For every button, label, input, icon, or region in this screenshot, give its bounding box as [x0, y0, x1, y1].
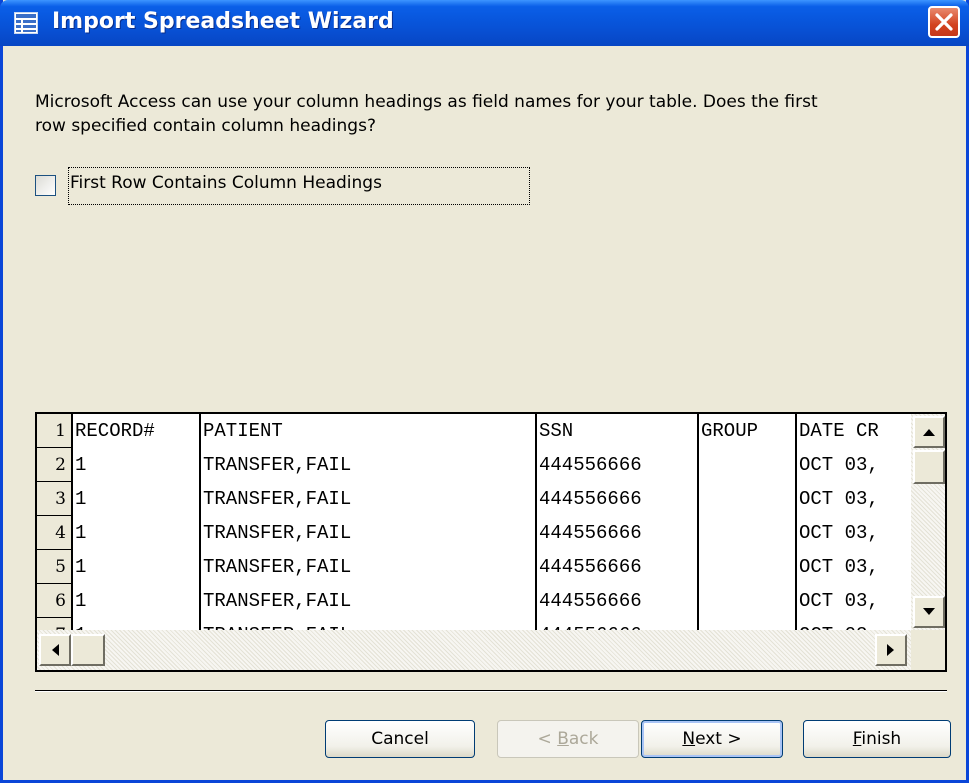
- scroll-left-button[interactable]: [39, 634, 71, 666]
- data-preview-grid: 1 RECORD# PATIENT SSN GROUP DATE CR 2 1 TRANSFER…: [35, 412, 947, 672]
- vertical-scroll-thumb[interactable]: [913, 450, 945, 484]
- table-cell[interactable]: [699, 618, 797, 630]
- instruction-line-2: row specified contain column headings?: [35, 116, 376, 136]
- table-cell[interactable]: 444556666: [537, 482, 699, 516]
- table-cell[interactable]: 1: [73, 618, 201, 630]
- table-row: 1 RECORD# PATIENT SSN GROUP DATE CR: [37, 414, 911, 448]
- next-label-rest: ext >: [695, 729, 742, 749]
- table-row: 5 1 TRANSFER,FAIL 444556666 OCT 03,: [37, 550, 911, 584]
- arrow-left-icon: [52, 644, 59, 656]
- table-cell[interactable]: RECORD#: [73, 414, 201, 448]
- arrow-up-icon: [923, 429, 935, 436]
- finish-label-rest: inish: [861, 729, 902, 749]
- first-row-headings-label[interactable]: First Row Contains Column Headings: [70, 173, 382, 193]
- arrow-down-icon: [923, 608, 935, 615]
- scrollbar-corner: [911, 630, 945, 670]
- grid-content: 1 RECORD# PATIENT SSN GROUP DATE CR 2 1 TRANSFER…: [37, 414, 911, 630]
- table-row: 3 1 TRANSFER,FAIL 444556666 OCT 03,: [37, 482, 911, 516]
- scroll-right-button[interactable]: [875, 634, 907, 666]
- window-title: Import Spreadsheet Wizard: [52, 9, 394, 34]
- table-cell[interactable]: 444556666: [537, 584, 699, 618]
- table-cell[interactable]: 1: [73, 584, 201, 618]
- row-number[interactable]: 4: [37, 516, 73, 550]
- import-spreadsheet-wizard-window: Import Spreadsheet Wizard Microsoft Acce…: [0, 0, 969, 783]
- table-cell[interactable]: TRANSFER,FAIL: [201, 618, 537, 630]
- table-row: 6 1 TRANSFER,FAIL 444556666 OCT 03,: [37, 584, 911, 618]
- table-cell[interactable]: 444556666: [537, 550, 699, 584]
- row-number[interactable]: 5: [37, 550, 73, 584]
- table-row: 4 1 TRANSFER,FAIL 444556666 OCT 03,: [37, 516, 911, 550]
- next-access-key: N: [682, 729, 696, 749]
- table-cell[interactable]: OCT 03,: [797, 550, 911, 584]
- cancel-button[interactable]: Cancel: [325, 720, 475, 758]
- table-cell[interactable]: OCT 03,: [797, 516, 911, 550]
- table-row: 2 1 TRANSFER,FAIL 444556666 OCT 03,: [37, 448, 911, 482]
- instruction-text: Microsoft Access can use your column hea…: [35, 90, 925, 138]
- scroll-up-button[interactable]: [913, 416, 945, 448]
- back-prefix: <: [537, 729, 558, 749]
- table-row: 71TRANSFER,FAIL444556666 OCT 03,: [37, 618, 911, 630]
- table-cell[interactable]: 444556666: [537, 516, 699, 550]
- next-button[interactable]: Next >: [641, 720, 783, 758]
- table-cell[interactable]: TRANSFER,FAIL: [201, 584, 537, 618]
- back-button[interactable]: < Back: [497, 720, 639, 758]
- close-icon: [935, 13, 953, 31]
- column-divider[interactable]: [697, 414, 699, 630]
- table-cell[interactable]: [699, 482, 797, 516]
- separator: [35, 690, 947, 692]
- table-cell[interactable]: TRANSFER,FAIL: [201, 482, 537, 516]
- table-cell[interactable]: DATE CR: [797, 414, 911, 448]
- column-divider[interactable]: [795, 414, 797, 630]
- back-access-key: B: [557, 729, 569, 749]
- table-cell[interactable]: [699, 550, 797, 584]
- table-cell[interactable]: PATIENT: [201, 414, 537, 448]
- close-button[interactable]: [928, 6, 960, 38]
- back-label-rest: ack: [568, 729, 599, 749]
- table-cell[interactable]: GROUP: [699, 414, 797, 448]
- table-cell[interactable]: TRANSFER,FAIL: [201, 448, 537, 482]
- table-cell[interactable]: OCT 03,: [797, 482, 911, 516]
- table-cell[interactable]: TRANSFER,FAIL: [201, 516, 537, 550]
- horizontal-scrollbar[interactable]: [37, 630, 911, 670]
- column-divider[interactable]: [535, 414, 537, 630]
- table-cell[interactable]: TRANSFER,FAIL: [201, 550, 537, 584]
- table-cell[interactable]: 1: [73, 550, 201, 584]
- table-cell[interactable]: [699, 448, 797, 482]
- row-number[interactable]: 6: [37, 584, 73, 618]
- table-cell[interactable]: 1: [73, 448, 201, 482]
- row-number[interactable]: 2: [37, 448, 73, 482]
- vertical-scrollbar[interactable]: [911, 414, 945, 630]
- table-cell[interactable]: [699, 516, 797, 550]
- table-cell[interactable]: OCT 03,: [797, 448, 911, 482]
- table-cell[interactable]: OCT 03,: [797, 618, 911, 630]
- scroll-down-button[interactable]: [913, 596, 945, 628]
- instruction-line-1: Microsoft Access can use your column hea…: [35, 92, 818, 112]
- row-number[interactable]: 1: [37, 414, 73, 448]
- row-number[interactable]: 7: [37, 618, 73, 630]
- table-cell[interactable]: 444556666: [537, 618, 699, 630]
- arrow-right-icon: [887, 644, 894, 656]
- table-cell[interactable]: 444556666: [537, 448, 699, 482]
- table-cell[interactable]: OCT 03,: [797, 584, 911, 618]
- finish-button[interactable]: Finish: [803, 720, 951, 758]
- table-cell[interactable]: SSN: [537, 414, 699, 448]
- table-cell[interactable]: 1: [73, 482, 201, 516]
- row-number[interactable]: 3: [37, 482, 73, 516]
- column-divider[interactable]: [199, 414, 201, 630]
- table-cell[interactable]: [699, 584, 797, 618]
- horizontal-scroll-thumb[interactable]: [71, 634, 105, 666]
- table-cell[interactable]: 1: [73, 516, 201, 550]
- title-bar[interactable]: Import Spreadsheet Wizard: [0, 0, 969, 46]
- table-icon: [14, 12, 38, 34]
- first-row-headings-checkbox[interactable]: [35, 175, 56, 196]
